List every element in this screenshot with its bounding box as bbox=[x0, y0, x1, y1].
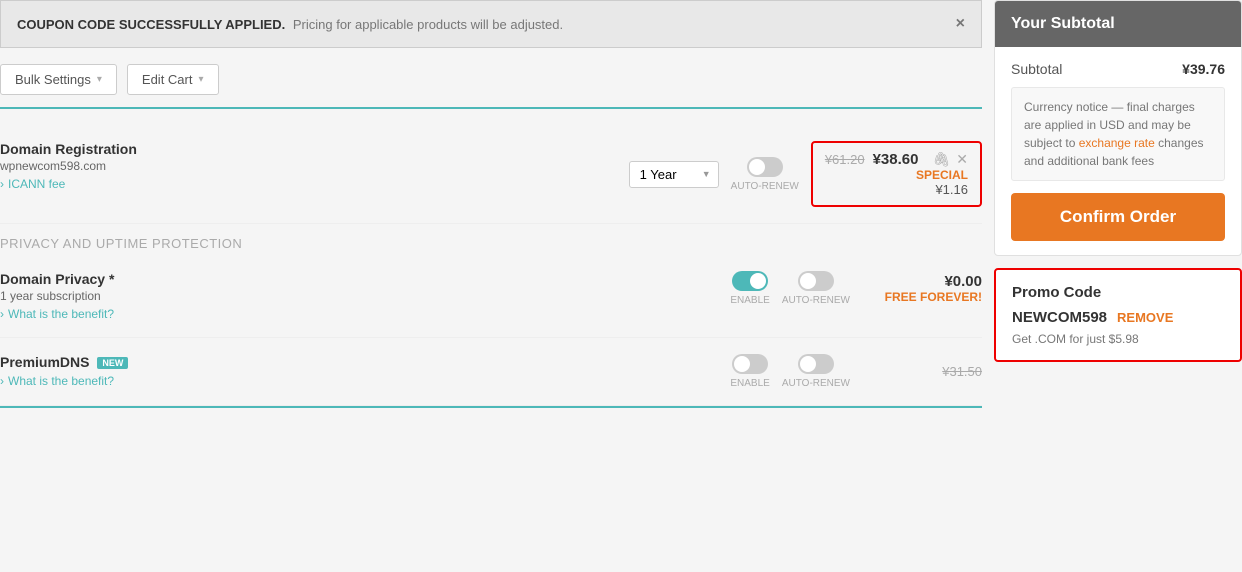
domain-info: Domain Registration wpnewcom598.com › IC… bbox=[0, 141, 629, 191]
bottom-divider bbox=[0, 406, 982, 408]
dns-title: PremiumDNS NEW bbox=[0, 354, 730, 370]
icann-price: ¥1.16 bbox=[935, 182, 968, 197]
close-icon[interactable]: ✕ bbox=[956, 151, 968, 168]
period-select-wrapper[interactable]: 1 Year 2 Years 3 Years bbox=[629, 161, 719, 188]
domain-subtitle: wpnewcom598.com bbox=[0, 159, 629, 173]
privacy-enable-label: ENABLE bbox=[730, 295, 769, 306]
dns-controls: ENABLE AUTO-RENEW ¥31.50 bbox=[730, 354, 982, 389]
promo-description: Get .COM for just $5.98 bbox=[1012, 332, 1224, 346]
promo-code-value: NEWCOM598 bbox=[1012, 309, 1107, 326]
confirm-order-button[interactable]: Confirm Order bbox=[1011, 193, 1225, 241]
price-row: ¥61.20 ¥38.60 🖇 ✕ bbox=[825, 151, 968, 168]
premium-dns-row: PremiumDNS NEW › What is the benefit? EN… bbox=[0, 338, 982, 406]
privacy-section-header: Privacy and Uptime Protection bbox=[0, 224, 982, 255]
promo-title: Promo Code bbox=[1012, 284, 1224, 301]
exchange-rate-link[interactable]: exchange rate bbox=[1079, 136, 1155, 150]
chevron-right-icon: › bbox=[0, 374, 4, 388]
privacy-title: Domain Privacy * bbox=[0, 271, 730, 287]
close-icon[interactable]: × bbox=[956, 15, 965, 33]
edit-cart-label: Edit Cart bbox=[142, 72, 193, 87]
dns-enable-toggle[interactable] bbox=[732, 354, 768, 374]
chevron-right-icon: › bbox=[0, 177, 4, 191]
chevron-down-icon: ▾ bbox=[97, 74, 102, 85]
promo-code-row: NEWCOM598 REMOVE bbox=[1012, 309, 1224, 326]
dns-autorenew-label: AUTO-RENEW bbox=[782, 378, 850, 389]
privacy-autorenew-toggle-group: AUTO-RENEW bbox=[782, 271, 850, 306]
privacy-info: Domain Privacy * 1 year subscription › W… bbox=[0, 271, 730, 321]
special-label: SPECIAL bbox=[916, 168, 968, 182]
privacy-free-label: FREE FOREVER! bbox=[862, 290, 982, 304]
domain-controls: 1 Year 2 Years 3 Years AUTO-RENEW ¥61.20… bbox=[629, 141, 982, 207]
toolbar: Bulk Settings ▾ Edit Cart ▾ bbox=[0, 64, 982, 109]
domain-price-box: ¥61.20 ¥38.60 🖇 ✕ SPECIAL ¥1.16 bbox=[811, 141, 982, 207]
sidebar-body: Subtotal ¥39.76 Currency notice — final … bbox=[995, 47, 1241, 255]
domain-new-price: ¥38.60 bbox=[873, 151, 919, 168]
coupon-banner: COUPON CODE SUCCESSFULLY APPLIED. Pricin… bbox=[0, 0, 982, 48]
auto-renew-toggle-group: AUTO-RENEW bbox=[731, 157, 799, 192]
coupon-banner-normal: Pricing for applicable products will be … bbox=[293, 17, 563, 32]
chevron-right-icon: › bbox=[0, 307, 4, 321]
privacy-enable-toggle-group: ENABLE bbox=[730, 271, 769, 306]
chevron-down-icon: ▾ bbox=[198, 74, 203, 85]
paperclip-icon[interactable]: 🖇 bbox=[932, 151, 950, 168]
promo-code-card: Promo Code NEWCOM598 REMOVE Get .COM for… bbox=[994, 268, 1242, 362]
coupon-banner-bold: COUPON CODE SUCCESSFULLY APPLIED. bbox=[17, 17, 285, 32]
dns-enable-label: ENABLE bbox=[730, 378, 769, 389]
privacy-price: ¥0.00 bbox=[862, 273, 982, 290]
privacy-price-area: ¥0.00 FREE FOREVER! bbox=[862, 273, 982, 304]
dns-price-area: ¥31.50 bbox=[862, 364, 982, 379]
auto-renew-label: AUTO-RENEW bbox=[731, 181, 799, 192]
dns-old-price: ¥31.50 bbox=[862, 364, 982, 379]
domain-old-price: ¥61.20 bbox=[825, 152, 865, 167]
domain-title: Domain Registration bbox=[0, 141, 629, 157]
subtotal-value: ¥39.76 bbox=[1182, 61, 1225, 77]
price-actions: 🖇 ✕ bbox=[932, 151, 968, 168]
subtotal-card: Your Subtotal Subtotal ¥39.76 Currency n… bbox=[994, 0, 1242, 256]
dns-autorenew-toggle[interactable] bbox=[798, 354, 834, 374]
subtotal-row: Subtotal ¥39.76 bbox=[1011, 61, 1225, 77]
bulk-settings-button[interactable]: Bulk Settings ▾ bbox=[0, 64, 117, 95]
domain-privacy-row: Domain Privacy * 1 year subscription › W… bbox=[0, 255, 982, 338]
dns-autorenew-toggle-group: AUTO-RENEW bbox=[782, 354, 850, 389]
subtotal-label: Subtotal bbox=[1011, 61, 1062, 77]
privacy-controls: ENABLE AUTO-RENEW ¥0.00 FREE FOREVER! bbox=[730, 271, 982, 306]
edit-cart-button[interactable]: Edit Cart ▾ bbox=[127, 64, 219, 95]
privacy-autorenew-label: AUTO-RENEW bbox=[782, 295, 850, 306]
coupon-banner-text: COUPON CODE SUCCESSFULLY APPLIED. Pricin… bbox=[17, 17, 563, 32]
sidebar: Your Subtotal Subtotal ¥39.76 Currency n… bbox=[982, 0, 1242, 572]
dns-benefit-link[interactable]: › What is the benefit? bbox=[0, 374, 114, 388]
sidebar-header: Your Subtotal bbox=[995, 1, 1241, 47]
new-badge: NEW bbox=[97, 357, 128, 369]
privacy-enable-toggle[interactable] bbox=[732, 271, 768, 291]
privacy-benefit-link[interactable]: › What is the benefit? bbox=[0, 307, 114, 321]
auto-renew-toggle[interactable] bbox=[747, 157, 783, 177]
icann-fee-link[interactable]: › ICANN fee bbox=[0, 177, 65, 191]
domain-registration-row: Domain Registration wpnewcom598.com › IC… bbox=[0, 125, 982, 224]
privacy-autorenew-toggle[interactable] bbox=[798, 271, 834, 291]
privacy-subtitle: 1 year subscription bbox=[0, 289, 730, 303]
dns-enable-toggle-group: ENABLE bbox=[730, 354, 769, 389]
promo-remove-button[interactable]: REMOVE bbox=[1117, 310, 1173, 325]
bulk-settings-label: Bulk Settings bbox=[15, 72, 91, 87]
dns-info: PremiumDNS NEW › What is the benefit? bbox=[0, 354, 730, 388]
currency-notice: Currency notice — final charges are appl… bbox=[1011, 87, 1225, 181]
period-select[interactable]: 1 Year 2 Years 3 Years bbox=[629, 161, 719, 188]
